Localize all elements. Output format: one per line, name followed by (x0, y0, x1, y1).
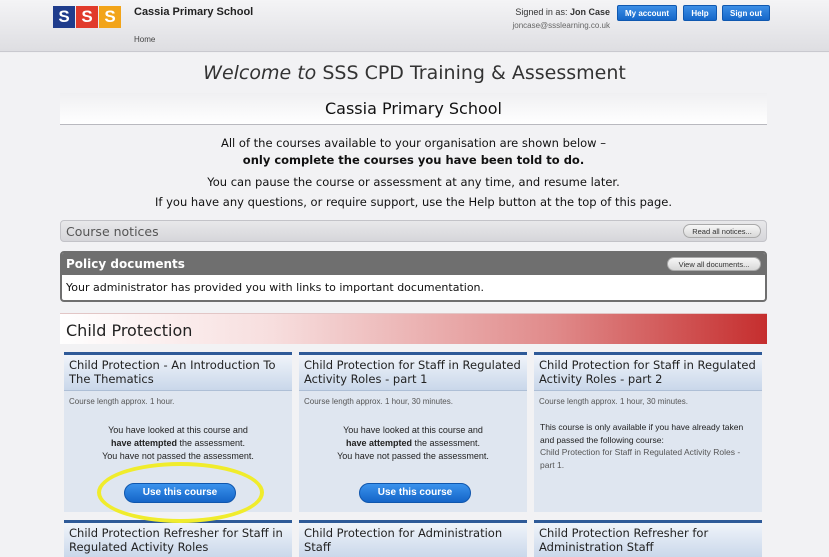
intro-line-2: only complete the courses you have been … (242, 153, 585, 167)
view-all-documents-button[interactable]: View all documents... (667, 257, 761, 271)
help-button[interactable]: Help (683, 5, 717, 21)
policy-documents-panel: Policy documents View all documents... Y… (60, 251, 767, 302)
intro-line-3: You can pause the course or assessment a… (207, 175, 620, 189)
course-prerequisite: Child Protection for Staff in Regulated … (540, 447, 741, 470)
welcome-title: SSS CPD Training & Assessment (322, 62, 626, 84)
user-email: joncase@ssslearning.co.uk (512, 21, 610, 30)
course-title: Child Protection - An Introduction To Th… (69, 358, 276, 386)
policy-documents-title: Policy documents (66, 257, 185, 271)
course-title: Child Protection for Administration Staf… (304, 526, 503, 554)
course-card: Child Protection Refresher for Staff in … (64, 520, 292, 557)
course-status-line: You have looked at this course and (343, 425, 483, 435)
course-card: Child Protection for Staff in Regulated … (534, 352, 762, 512)
breadcrumb-home-link[interactable]: Home (134, 35, 155, 44)
logo-letter: S (53, 6, 75, 28)
course-title: Child Protection for Staff in Regulated … (539, 358, 756, 386)
course-status-text: the assessment. (176, 438, 246, 448)
course-length: Course length approx. 1 hour. (69, 397, 175, 406)
logo-letter: S (76, 6, 98, 28)
course-status-emphasis: have attempted (345, 438, 412, 448)
course-card: Child Protection for Administration Staf… (299, 520, 527, 557)
course-status-text: the assessment. (411, 438, 481, 448)
course-card: Child Protection Refresher for Administr… (534, 520, 762, 557)
course-card-header: Child Protection for Administration Staf… (299, 523, 527, 557)
signed-in-info: Signed in as: Jon Case (430, 7, 610, 17)
read-all-notices-button[interactable]: Read all notices... (683, 224, 761, 238)
welcome-prefix: Welcome to (203, 62, 317, 84)
header-school-name: Cassia Primary School (134, 6, 254, 18)
course-title: Child Protection Refresher for Staff in … (69, 526, 283, 554)
organisation-title: Cassia Primary School (324, 99, 502, 118)
signed-in-user: Jon Case (569, 7, 610, 17)
category-title: Child Protection (66, 321, 193, 340)
sss-logo[interactable]: S S S (53, 6, 122, 28)
course-card-header: Child Protection for Staff in Regulated … (299, 355, 527, 391)
my-account-button[interactable]: My account (617, 5, 677, 21)
course-card-header: Child Protection Refresher for Administr… (534, 523, 762, 557)
course-title: Child Protection for Staff in Regulated … (304, 358, 521, 386)
course-status-line: have attempted the assessment. (64, 437, 292, 450)
course-title: Child Protection Refresher for Administr… (539, 526, 709, 554)
sign-out-button[interactable]: Sign out (722, 5, 770, 21)
policy-documents-text: Your administrator has provided you with… (66, 281, 485, 294)
course-status-line: have attempted the assessment. (299, 437, 527, 450)
course-status-line: You have not passed the assessment. (337, 451, 489, 461)
highlight-annotation-ring (97, 462, 264, 523)
course-card: Child Protection for Staff in Regulated … (299, 352, 527, 512)
course-availability-note: This course is only available if you hav… (540, 422, 744, 445)
course-card-header: Child Protection for Staff in Regulated … (534, 355, 762, 391)
course-card-header: Child Protection Refresher for Staff in … (64, 523, 292, 557)
course-status-line: You have looked at this course and (108, 425, 248, 435)
intro-line-4: If you have any questions, or require su… (155, 195, 672, 209)
category-header: Child Protection (60, 313, 767, 344)
course-status-emphasis: have attempted (110, 438, 177, 448)
signed-in-prefix: Signed in as: (515, 7, 568, 17)
course-card-header: Child Protection - An Introduction To Th… (64, 355, 292, 391)
course-length: Course length approx. 1 hour, 30 minutes… (539, 397, 688, 406)
course-length: Course length approx. 1 hour, 30 minutes… (304, 397, 453, 406)
course-notices-panel: Course notices Read all notices... (60, 220, 767, 242)
logo-letter: S (99, 6, 121, 28)
intro-line-1: All of the courses available to your org… (221, 136, 606, 150)
welcome-heading: Welcome to SSS CPD Training & Assessment (0, 62, 829, 84)
course-notices-title: Course notices (66, 224, 159, 239)
use-this-course-button[interactable]: Use this course (359, 483, 471, 503)
